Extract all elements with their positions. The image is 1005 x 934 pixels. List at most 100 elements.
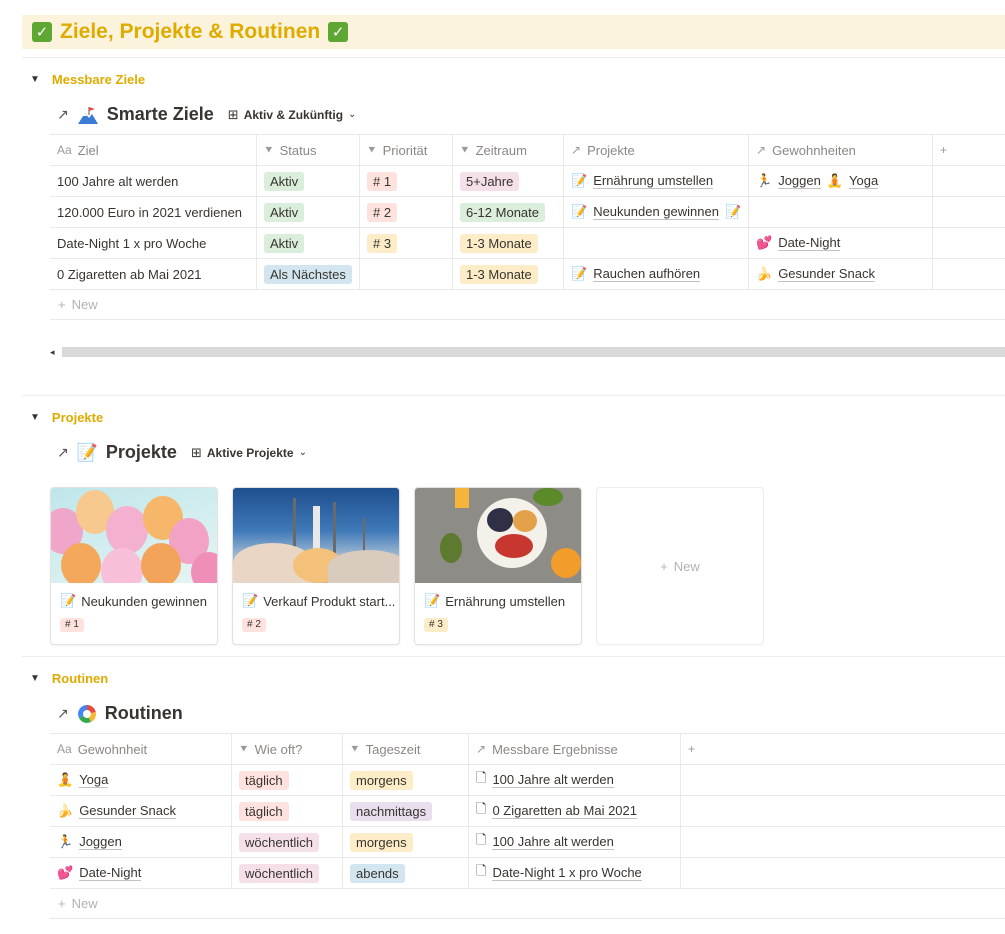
card-title: Ernährung umstellen xyxy=(445,593,566,609)
project-icon: 📝 xyxy=(571,173,588,188)
goal-name[interactable]: Date-Night 1 x pro Woche xyxy=(50,228,257,258)
status-tag: Als Nächstes xyxy=(264,264,352,284)
project-link[interactable]: Rauchen aufhören xyxy=(593,266,701,282)
divider xyxy=(22,395,1005,396)
linked-arrow-icon[interactable]: ↗ xyxy=(57,705,69,722)
page-icon: 🗋 xyxy=(476,770,487,785)
relation-arrow-icon: ↗ xyxy=(476,742,487,756)
habit-name[interactable]: Yoga xyxy=(79,772,109,788)
goals-table: Aa Ziel ⯆ Status ⯆ Priorität ⯆ Zeitraum ↗ Pro… xyxy=(50,134,1005,320)
column-header[interactable]: ↗ Gewohnheiten xyxy=(749,135,933,165)
new-card-button[interactable]: + New xyxy=(596,487,764,645)
goal-name[interactable]: 100 Jahre alt werden xyxy=(50,166,257,196)
new-label: New xyxy=(673,558,700,574)
timeframe-tag: 5+Jahre xyxy=(460,171,520,191)
column-header[interactable]: ↗ Messbare Ergebnisse xyxy=(469,734,681,764)
color-wheel-icon xyxy=(77,704,96,723)
healthy-food-image xyxy=(415,488,581,583)
result-link[interactable]: 100 Jahre alt werden xyxy=(492,834,614,850)
divider xyxy=(22,656,1005,657)
column-header[interactable]: ⯆ Status xyxy=(257,135,360,165)
project-icon: 📝 xyxy=(571,204,588,219)
gallery-view-icon: ⊞ xyxy=(190,444,202,460)
toggle-routines[interactable]: ▼ Routinen xyxy=(30,671,108,686)
section-label-projects: Projekte xyxy=(51,410,104,425)
habit-name[interactable]: Gesunder Snack xyxy=(79,803,177,819)
table-row[interactable]: 🏃 Joggen wöchentlich morgens 🗋 100 Jahre a… xyxy=(50,827,1005,858)
view-name: Aktive Projekte xyxy=(206,445,294,460)
toggle-goals[interactable]: ▼ Messbare Ziele xyxy=(30,72,145,87)
habit-link[interactable]: Yoga xyxy=(849,173,879,189)
table-row[interactable]: 🍌 Gesunder Snack täglich nachmittags 🗋 0 Z… xyxy=(50,796,1005,827)
time-of-day-tag: morgens xyxy=(350,832,413,852)
projects-gallery: 📝 Neukunden gewinnen # 1 📝 Verkauf Produkt… xyxy=(50,487,764,645)
gallery-card[interactable]: 📝 Verkauf Produkt start... # 2 xyxy=(232,487,400,645)
database-title[interactable]: Smarte Ziele xyxy=(107,104,214,125)
toggle-triangle-icon[interactable]: ▼ xyxy=(30,412,40,423)
priority-tag: # 1 xyxy=(60,618,84,632)
habit-link[interactable]: Gesunder Snack xyxy=(778,266,876,282)
gallery-card[interactable]: 📝 Neukunden gewinnen # 1 xyxy=(50,487,218,645)
database-title[interactable]: Routinen xyxy=(105,703,183,724)
rocket-launch-image xyxy=(233,488,399,583)
table-row[interactable]: 💕 Date-Night wöchentlich abends 🗋 Date-Nig… xyxy=(50,858,1005,889)
heart-icon: 💕 xyxy=(57,865,74,880)
goal-name[interactable]: 0 Zigaretten ab Mai 2021 xyxy=(50,259,257,289)
timeframe-tag: 1-3 Monate xyxy=(460,233,538,253)
add-property-button[interactable]: + xyxy=(933,135,1005,165)
chevron-down-icon: ⌄ xyxy=(348,109,357,120)
database-title[interactable]: Projekte xyxy=(106,442,177,463)
column-header[interactable]: Aa Gewohnheit xyxy=(50,734,232,764)
table-row[interactable]: 100 Jahre alt werden Aktiv # 1 5+Jahre 📝… xyxy=(50,166,1005,197)
scrollbar-thumb[interactable] xyxy=(62,347,1005,357)
table-row[interactable]: 🧘 Yoga täglich morgens 🗋 100 Jahre alt wer… xyxy=(50,765,1005,796)
table-row[interactable]: Date-Night 1 x pro Woche Aktiv # 3 1-3 M… xyxy=(50,228,1005,259)
status-tag: Aktiv xyxy=(264,202,305,222)
toggle-projects[interactable]: ▼ Projekte xyxy=(30,410,103,425)
mountain-flag-icon xyxy=(77,106,98,124)
column-header[interactable]: ⯆ Priorität xyxy=(360,135,453,165)
new-row-button[interactable]: + New xyxy=(50,290,1005,320)
habit-name[interactable]: Date-Night xyxy=(79,865,142,881)
priority-tag: # 2 xyxy=(242,618,266,632)
divider xyxy=(22,57,1005,58)
habit-link[interactable]: Joggen xyxy=(778,173,821,189)
table-header-row: Aa Gewohnheit ⯆ Wie oft? ⯆ Tageszeit ↗ Messb… xyxy=(50,734,1005,765)
banana-icon: 🍌 xyxy=(756,266,773,281)
habit-name[interactable]: Joggen xyxy=(79,834,122,850)
linked-arrow-icon[interactable]: ↗ xyxy=(57,444,69,461)
horizontal-scrollbar[interactable]: ◂ xyxy=(50,346,1005,358)
view-selector[interactable]: ⊞ Aktive Projekte ⌄ xyxy=(191,445,307,461)
new-row-button[interactable]: + New xyxy=(50,889,1005,919)
linked-arrow-icon[interactable]: ↗ xyxy=(57,106,69,123)
column-header[interactable]: ⯆ Zeitraum xyxy=(453,135,564,165)
check-mark-icon: ✓ xyxy=(32,22,52,42)
chevron-down-icon: ⌄ xyxy=(298,447,307,458)
result-link[interactable]: 100 Jahre alt werden xyxy=(492,772,614,788)
column-header[interactable]: ⯆ Wie oft? xyxy=(232,734,343,764)
goal-name[interactable]: 120.000 Euro in 2021 verdienen xyxy=(50,197,257,227)
project-link[interactable]: Neukunden gewinnen xyxy=(593,204,719,220)
result-link[interactable]: Date-Night 1 x pro Woche xyxy=(492,865,642,881)
toggle-triangle-icon[interactable]: ▼ xyxy=(30,673,40,684)
view-selector[interactable]: ⊞ Aktiv & Zukünftig ⌄ xyxy=(228,107,357,123)
column-header[interactable]: ↗ Projekte xyxy=(564,135,749,165)
project-link[interactable]: Ernährung umstellen xyxy=(593,173,714,189)
table-row[interactable]: 120.000 Euro in 2021 verdienen Aktiv # 2… xyxy=(50,197,1005,228)
frequency-tag: täglich xyxy=(239,801,289,821)
habit-link[interactable]: Date-Night xyxy=(778,235,841,251)
status-tag: Aktiv xyxy=(264,233,305,253)
frequency-tag: täglich xyxy=(239,770,289,790)
table-header-row: Aa Ziel ⯆ Status ⯆ Priorität ⯆ Zeitraum ↗ Pro… xyxy=(50,135,1005,166)
add-property-button[interactable]: + xyxy=(681,734,741,764)
result-link[interactable]: 0 Zigaretten ab Mai 2021 xyxy=(492,803,637,819)
column-header[interactable]: Aa Ziel xyxy=(50,135,257,165)
toggle-triangle-icon[interactable]: ▼ xyxy=(30,74,40,85)
new-label: New xyxy=(71,297,98,312)
gallery-card[interactable]: 📝 Ernährung umstellen # 3 xyxy=(414,487,582,645)
table-view-icon: ⊞ xyxy=(227,106,239,122)
scroll-left-icon[interactable]: ◂ xyxy=(50,347,62,358)
select-property-icon: ⯆ xyxy=(460,142,470,157)
column-header[interactable]: ⯆ Tageszeit xyxy=(343,734,469,764)
table-row[interactable]: 0 Zigaretten ab Mai 2021 Als Nächstes 1-… xyxy=(50,259,1005,290)
